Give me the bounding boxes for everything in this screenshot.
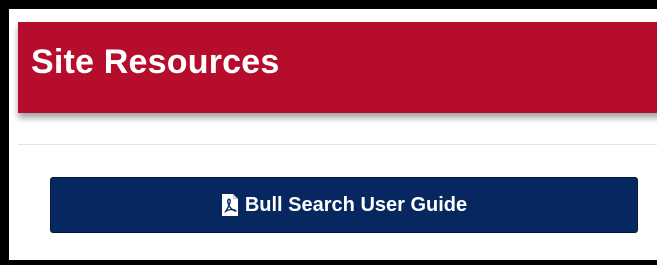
- bull-search-user-guide-button[interactable]: Bull Search User Guide: [50, 177, 638, 233]
- panel-title: Site Resources: [31, 43, 280, 81]
- panel-header: Site Resources: [18, 22, 657, 113]
- header-divider: [18, 144, 657, 145]
- site-resources-panel: Site Resources Bull Search User Guide: [9, 9, 657, 260]
- guide-button-label: Bull Search User Guide: [244, 193, 468, 216]
- pdf-file-icon: [221, 193, 239, 217]
- window-frame: Site Resources Bull Search User Guide: [0, 0, 657, 265]
